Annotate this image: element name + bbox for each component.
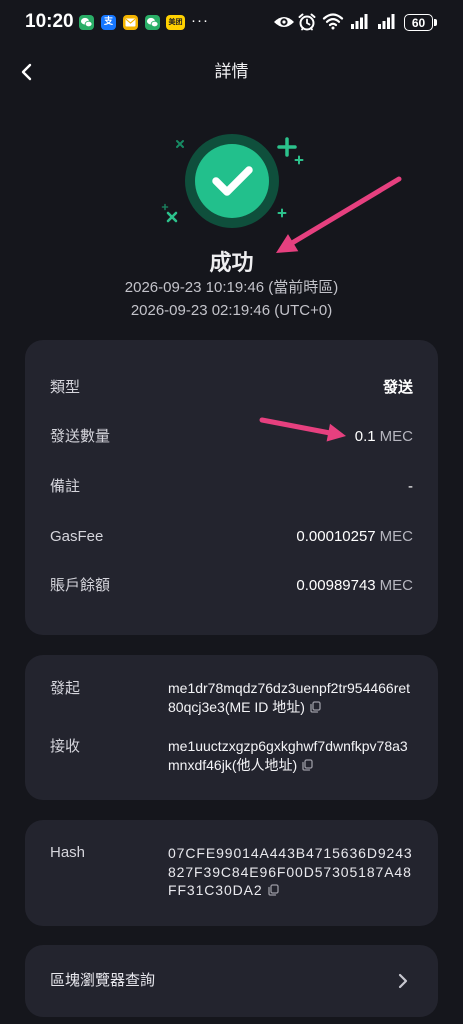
page-title: 詳情 [214, 62, 249, 81]
sparkle-plus-icon [277, 137, 297, 157]
summary-row-type: 類型 發送 [50, 377, 413, 399]
copy-icon[interactable] [309, 699, 321, 713]
amount-unit: MEC [379, 428, 413, 445]
amount-label: 發送數量 [50, 428, 111, 445]
from-address-tag: (ME ID 地址) [224, 699, 305, 715]
time-local: 2026-09-23 10:19:46 (當前時區) [124, 279, 339, 296]
from-value: me1dr78mqdz76dz3uenpf2tr954466ret80qcj3e… [168, 679, 414, 717]
amount-value-group: 0.1 MEC [355, 426, 413, 448]
wechat-icon [79, 15, 94, 30]
summary-row-gasfee: GasFee 0.00010257 MEC [50, 526, 413, 548]
battery-level: 60 [411, 15, 426, 30]
status-bar: 10:20 支 美团 ··· 60 [0, 0, 463, 45]
amount-value: 0.1 [354, 428, 376, 445]
explorer-label: 區塊瀏覽器查詢 [50, 972, 156, 989]
gasfee-value-group: 0.00010257 MEC [296, 526, 413, 548]
sparkle-plus-icon [294, 155, 304, 165]
status-time: 10:20 [25, 11, 74, 32]
hash-value: 07CFE99014A443B4715636D9243827F39C84E96F… [168, 844, 416, 900]
sparkle-x-icon [166, 211, 178, 223]
memo-value: - [408, 478, 413, 495]
sparkle-x-icon [176, 140, 184, 148]
battery-nub [434, 19, 437, 26]
alarm-icon [298, 13, 316, 31]
time-utc: 2026-09-23 02:19:46 (UTC+0) [130, 302, 333, 319]
hash-card: Hash 07CFE99014A443B4715636D9243827F39C8… [25, 820, 438, 926]
success-check-icon [161, 134, 304, 228]
gasfee-label: GasFee [50, 528, 104, 545]
balance-value: 0.00989743 [296, 577, 376, 594]
summary-row-amount: 發送數量 0.1 MEC [50, 426, 413, 448]
summary-card: 類型 發送 發送數量 0.1 MEC 備註 - GasFee 0.00010257… [25, 340, 438, 635]
battery-icon: 60 [404, 14, 433, 31]
type-label: 類型 [50, 379, 81, 396]
to-address-tag: (他人地址) [231, 757, 298, 773]
parties-card: 發起 me1dr78mqdz76dz3uenpf2tr954466ret80qc… [25, 655, 438, 800]
explorer-link[interactable]: 區塊瀏覽器查詢 [25, 945, 438, 1017]
memo-label: 備註 [50, 478, 81, 495]
to-value: me1uuctzxgzp6gxkghwf7dwnfkpv78a3mnxdf46j… [168, 737, 414, 775]
meituan-icon: 美团 [166, 15, 185, 30]
status-label: 成功 [209, 250, 254, 275]
copy-icon[interactable] [267, 882, 279, 896]
balance-label: 賬戶餘額 [50, 577, 111, 594]
wechat-icon [145, 15, 160, 30]
type-value: 發送 [382, 379, 413, 396]
signal-icon [378, 14, 395, 29]
alipay-icon: 支 [101, 15, 116, 30]
balance-value-group: 0.00989743 MEC [296, 575, 413, 597]
summary-row-memo: 備註 - [50, 476, 413, 498]
alipay-glyph: 支 [103, 17, 113, 27]
gasfee-value: 0.00010257 [296, 528, 376, 545]
summary-row-balance: 賬戶餘額 0.00989743 MEC [50, 575, 413, 597]
gasfee-unit: MEC [379, 528, 413, 545]
meituan-glyph: 美团 [168, 18, 183, 26]
copy-icon[interactable] [301, 757, 313, 771]
chevron-right-icon [398, 973, 408, 989]
wifi-icon [322, 13, 344, 30]
sparkle-plus-icon [277, 208, 287, 218]
hash-label: Hash [50, 844, 86, 861]
to-label: 接收 [50, 738, 81, 755]
balance-unit: MEC [379, 577, 413, 594]
hash-text: 07CFE99014A443B4715636D9243827F39C84E96F… [168, 845, 413, 898]
signal-icon [351, 14, 368, 29]
from-label: 發起 [50, 680, 81, 697]
sparkle-plus-icon [161, 203, 169, 211]
eye-icon [274, 17, 294, 27]
mail-icon [123, 15, 138, 30]
more-notifications-icon: ··· [191, 12, 209, 29]
